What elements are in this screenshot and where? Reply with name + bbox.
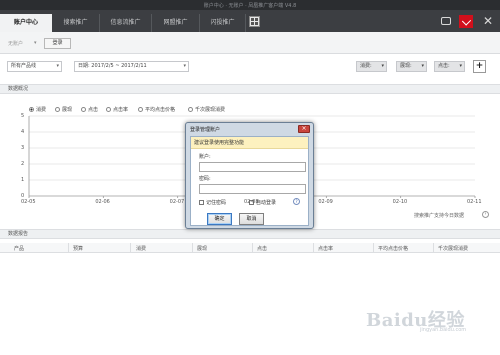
- watermark-url: jingyan.baidu.com: [420, 327, 467, 333]
- column-divider: [433, 243, 434, 253]
- close-icon[interactable]: ×: [298, 125, 310, 133]
- column-divider: [68, 243, 69, 253]
- password-label: 密码:: [199, 176, 211, 182]
- column-divider: [252, 243, 253, 253]
- column-divider: [313, 243, 314, 253]
- y-tick-label: 1: [21, 177, 25, 183]
- column-divider: [130, 243, 131, 253]
- password-input[interactable]: [199, 184, 306, 194]
- account-input[interactable]: [199, 162, 306, 172]
- chart-note: 搜索推广支持今日数据: [414, 213, 465, 219]
- x-tick-label: 02-06: [95, 199, 110, 205]
- confirm-button[interactable]: 确定: [207, 213, 232, 225]
- x-tick-label: 02-07: [169, 199, 185, 205]
- refresh-icon[interactable]: ›: [482, 211, 489, 218]
- report-section-header: 数据报告: [0, 229, 500, 239]
- x-tick-label: 02-11: [467, 199, 482, 205]
- cancel-button[interactable]: 取消: [239, 213, 264, 225]
- remember-password-checkbox[interactable]: 记住密码: [199, 199, 226, 206]
- column-header-impressions[interactable]: 展现: [197, 245, 207, 252]
- x-tick-label: 02-08: [244, 199, 259, 205]
- y-tick-label: 2: [21, 161, 25, 167]
- report-table-header: 产品 预算 消费 展现 点击 点击率 平均点击价格 千次展现消费: [0, 243, 500, 253]
- column-header-cost[interactable]: 消费: [136, 245, 146, 252]
- y-tick-label: 4: [21, 129, 25, 135]
- auto-login-label: 自动登录: [256, 200, 277, 206]
- checkbox-icon: [199, 200, 204, 205]
- help-icon[interactable]: ?: [293, 198, 300, 205]
- x-tick-label: 02-05: [21, 199, 36, 205]
- dialog-title: 登录管理账户: [190, 127, 221, 133]
- dialog-warning: 建议登录使用完整功能: [191, 137, 308, 149]
- login-dialog: 登录管理账户 × 建议登录使用完整功能 账户: 密码: 记住密码 自动登录 ? …: [185, 122, 314, 229]
- column-header-avg-cpc[interactable]: 平均点击价格: [378, 245, 408, 252]
- y-tick-label: 5: [21, 113, 25, 119]
- x-tick-label: 02-09: [318, 199, 333, 205]
- column-header-ctr[interactable]: 点击率: [318, 245, 333, 252]
- column-divider: [192, 243, 193, 253]
- account-label: 账户:: [199, 154, 211, 160]
- y-tick-label: 3: [21, 145, 25, 151]
- column-divider: [373, 243, 374, 253]
- dialog-body: 建议登录使用完整功能 账户: 密码: 记住密码 自动登录 ? 确定 取消: [190, 136, 309, 226]
- x-tick-label: 02-10: [392, 199, 408, 205]
- column-header-product[interactable]: 产品: [14, 245, 24, 252]
- column-header-cpm[interactable]: 千次展现消费: [438, 245, 468, 252]
- remember-password-label: 记住密码: [206, 200, 227, 206]
- column-header-clicks[interactable]: 点击: [257, 245, 267, 252]
- column-header-budget[interactable]: 预算: [73, 245, 83, 252]
